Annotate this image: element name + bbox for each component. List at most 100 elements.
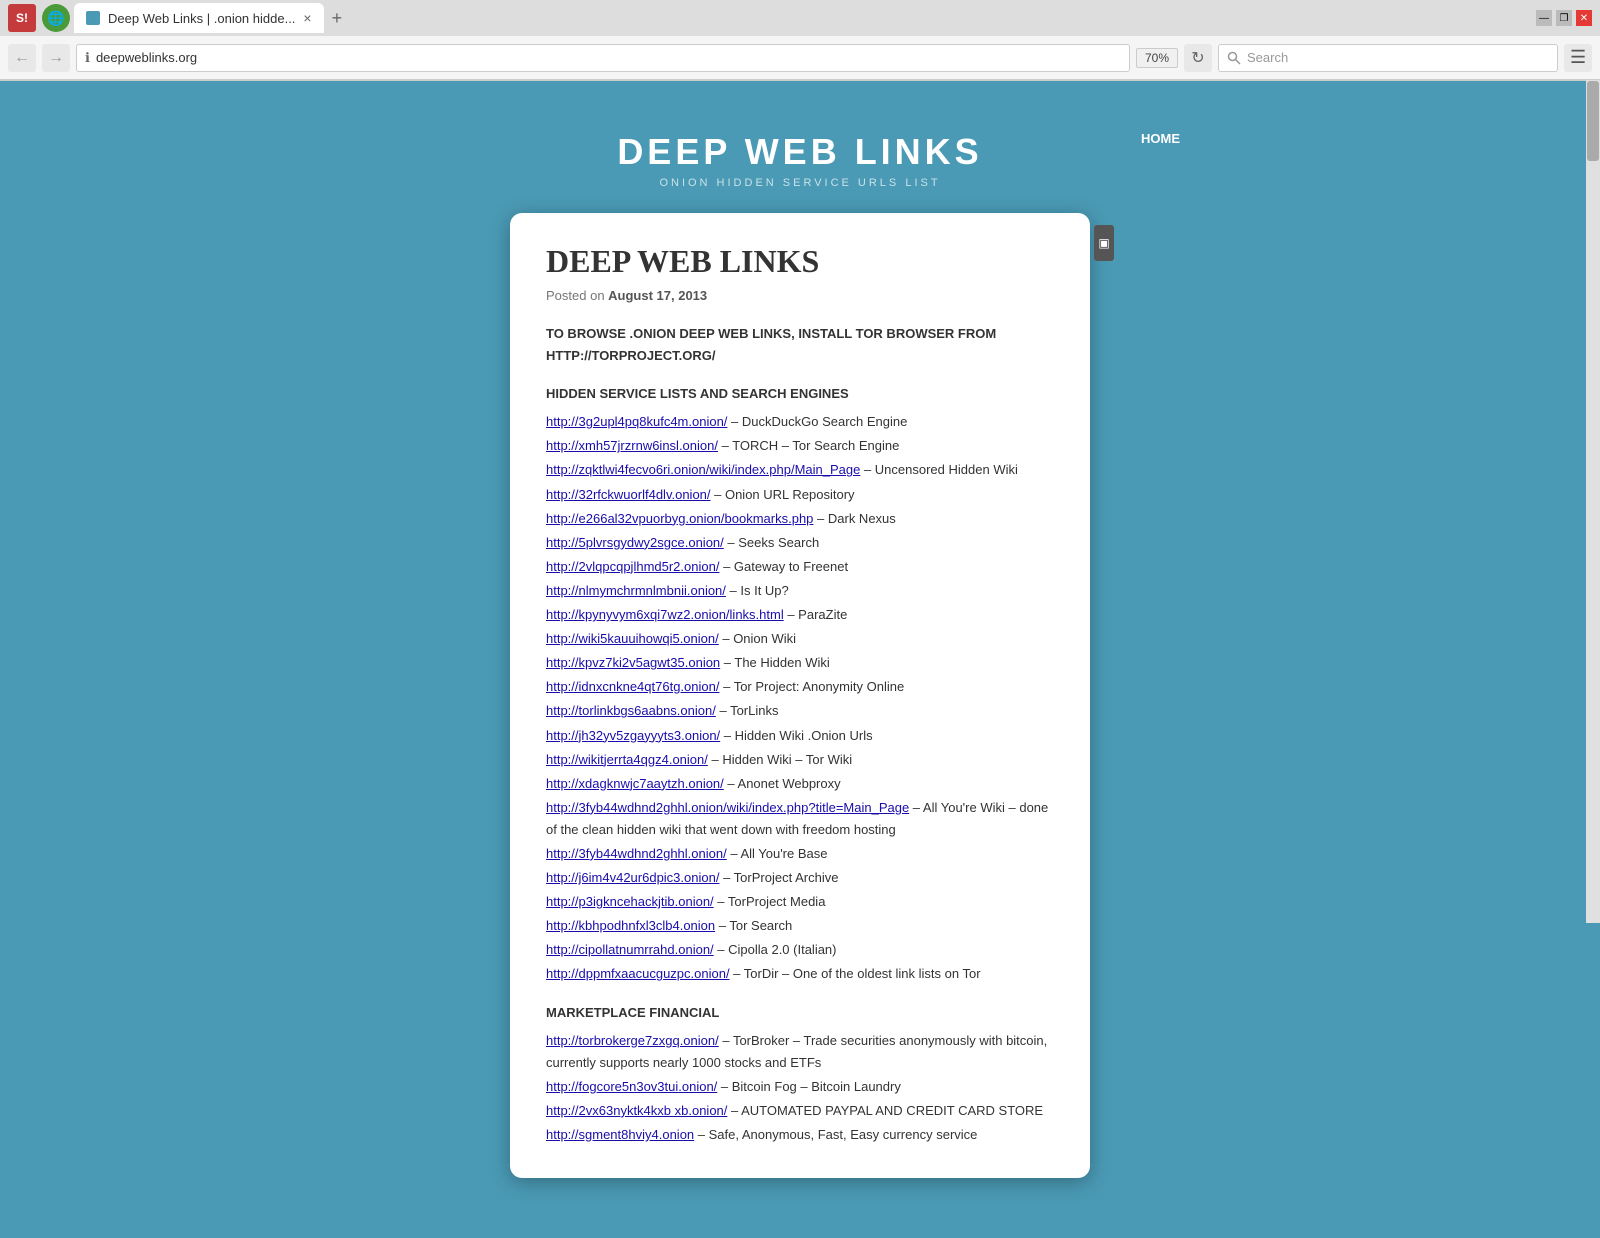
maximize-button[interactable]: ❐: [1556, 10, 1572, 26]
link-url[interactable]: http://2vx63nyktk4kxb xb.onion/: [546, 1103, 727, 1118]
link-url[interactable]: http://3g2upl4pq8kufc4m.onion/: [546, 414, 727, 429]
list-item: http://idnxcnkne4qt76tg.onion/ – Tor Pro…: [546, 676, 1054, 698]
meta-label: Posted on: [546, 288, 608, 303]
list-item: http://3g2upl4pq8kufc4m.onion/ – DuckDuc…: [546, 411, 1054, 433]
link-url[interactable]: http://32rfckwuorlf4dlv.onion/: [546, 487, 711, 502]
tab-title: Deep Web Links | .onion hidde...: [108, 11, 295, 26]
browser-logo: S!: [8, 4, 36, 32]
article-card: DEEP WEB LINKS Posted on August 17, 2013…: [510, 213, 1090, 1178]
list-item: http://wikitjerrta4qgz4.onion/ – Hidden …: [546, 749, 1054, 771]
forward-button[interactable]: →: [42, 44, 70, 72]
browser-chrome: S! 🌐 Deep Web Links | .onion hidde... × …: [0, 0, 1600, 81]
link-url[interactable]: http://nlmymchrmnlmbnii.onion/: [546, 583, 726, 598]
list-item: http://2vx63nyktk4kxb xb.onion/ – AUTOMA…: [546, 1100, 1054, 1122]
link-url[interactable]: http://cipollatnumrrahd.onion/: [546, 942, 714, 957]
link-url[interactable]: http://e266al32vpuorbyg.onion/bookmarks.…: [546, 511, 813, 526]
financial-links-list: http://torbrokerge7zxgq.onion/ – TorBrok…: [546, 1030, 1054, 1146]
list-item: http://fogcore5n3ov3tui.onion/ – Bitcoin…: [546, 1076, 1054, 1098]
url-text: deepweblinks.org: [96, 50, 1121, 65]
scrollbar-thumb[interactable]: [1587, 81, 1599, 161]
list-item: http://32rfckwuorlf4dlv.onion/ – Onion U…: [546, 484, 1054, 506]
minimize-button[interactable]: —: [1536, 10, 1552, 26]
scroll-indicator: ▣: [1094, 225, 1114, 261]
new-tab-button[interactable]: +: [324, 8, 351, 29]
refresh-button[interactable]: ↻: [1184, 44, 1212, 72]
site-header: DEEP WEB LINKS ONION HIDDEN SERVICE URLS…: [617, 131, 982, 189]
close-button[interactable]: ✕: [1576, 10, 1592, 26]
search-placeholder: Search: [1247, 50, 1288, 65]
link-desc: – Tor Project: Anonymity Online: [719, 679, 904, 694]
link-url[interactable]: http://xmh57jrzrnw6insl.onion/: [546, 438, 718, 453]
list-item: http://kpynyvym6xqi7wz2.onion/links.html…: [546, 604, 1054, 626]
search-box[interactable]: Search: [1218, 44, 1558, 72]
article-intro: TO BROWSE .ONION DEEP WEB LINKS, INSTALL…: [546, 323, 1054, 367]
link-url[interactable]: http://3fyb44wdhnd2ghhl.onion/: [546, 846, 727, 861]
links-list: http://3g2upl4pq8kufc4m.onion/ – DuckDuc…: [546, 411, 1054, 985]
link-url[interactable]: http://wiki5kauuihowqi5.onion/: [546, 631, 719, 646]
link-desc: – The Hidden Wiki: [720, 655, 830, 670]
back-button[interactable]: ←: [8, 44, 36, 72]
menu-button[interactable]: ☰: [1564, 44, 1592, 72]
link-url[interactable]: http://torbrokerge7zxgq.onion/: [546, 1033, 719, 1048]
link-url[interactable]: http://sgment8hviy4.onion: [546, 1127, 694, 1142]
active-tab[interactable]: Deep Web Links | .onion hidde... ×: [74, 3, 324, 33]
link-desc: – Dark Nexus: [813, 511, 895, 526]
link-desc: – AUTOMATED PAYPAL AND CREDIT CARD STORE: [727, 1103, 1043, 1118]
link-desc: – Tor Search: [715, 918, 792, 933]
list-item: http://nlmymchrmnlmbnii.onion/ – Is It U…: [546, 580, 1054, 602]
list-item: http://xmh57jrzrnw6insl.onion/ – TORCH –…: [546, 435, 1054, 457]
link-url[interactable]: http://wikitjerrta4qgz4.onion/: [546, 752, 708, 767]
link-url[interactable]: http://2vlqpcqpjlhmd5r2.onion/: [546, 559, 719, 574]
link-url[interactable]: http://5plvrsgydwy2sgce.onion/: [546, 535, 724, 550]
link-url[interactable]: http://kbhpodhnfxl3clb4.onion: [546, 918, 715, 933]
link-desc: – TorProject Media: [714, 894, 826, 909]
link-desc: – Uncensored Hidden Wiki: [860, 462, 1018, 477]
link-desc: – Seeks Search: [724, 535, 819, 550]
link-url[interactable]: http://dppmfxaacucguzpc.onion/: [546, 966, 730, 981]
list-item: http://5plvrsgydwy2sgce.onion/ – Seeks S…: [546, 532, 1054, 554]
link-url[interactable]: http://kpvz7ki2v5agwt35.onion: [546, 655, 720, 670]
link-desc: – Onion Wiki: [719, 631, 796, 646]
navigation-bar: ← → ℹ deepweblinks.org 70% ↻ Search ☰: [0, 36, 1600, 80]
link-url[interactable]: http://j6im4v42ur6dpic3.onion/: [546, 870, 719, 885]
tab-close-button[interactable]: ×: [303, 10, 311, 26]
list-item: http://zqktlwi4fecvo6ri.onion/wiki/index…: [546, 459, 1054, 481]
extensions-button[interactable]: 🌐: [42, 4, 70, 32]
list-item: http://3fyb44wdhnd2ghhl.onion/wiki/index…: [546, 797, 1054, 841]
link-desc: – TorLinks: [716, 703, 779, 718]
link-desc: – Safe, Anonymous, Fast, Easy currency s…: [694, 1127, 977, 1142]
title-bar: S! 🌐 Deep Web Links | .onion hidde... × …: [0, 0, 1600, 36]
link-url[interactable]: http://3fyb44wdhnd2ghhl.onion/wiki/index…: [546, 800, 909, 815]
link-desc: – Onion URL Repository: [711, 487, 855, 502]
nav-home-link[interactable]: HOME: [1141, 131, 1180, 146]
page-scrollbar[interactable]: [1586, 80, 1600, 923]
link-url[interactable]: http://zqktlwi4fecvo6ri.onion/wiki/index…: [546, 462, 860, 477]
link-url[interactable]: http://xdagknwjc7aaytzh.onion/: [546, 776, 724, 791]
link-desc: – Anonet Webproxy: [724, 776, 841, 791]
link-desc: – TorDir – One of the oldest link lists …: [730, 966, 981, 981]
list-item: http://torbrokerge7zxgq.onion/ – TorBrok…: [546, 1030, 1054, 1074]
link-url[interactable]: http://torlinkbgs6aabns.onion/: [546, 703, 716, 718]
link-desc: – Hidden Wiki – Tor Wiki: [708, 752, 852, 767]
site-header-wrapper: DEEP WEB LINKS ONION HIDDEN SERVICE URLS…: [0, 111, 1600, 189]
link-desc: – All You're Base: [727, 846, 828, 861]
list-item: http://xdagknwjc7aaytzh.onion/ – Anonet …: [546, 773, 1054, 795]
list-item: http://dppmfxaacucguzpc.onion/ – TorDir …: [546, 963, 1054, 985]
link-url[interactable]: http://kpynyvym6xqi7wz2.onion/links.html: [546, 607, 784, 622]
list-item: http://wiki5kauuihowqi5.onion/ – Onion W…: [546, 628, 1054, 650]
list-item: http://cipollatnumrrahd.onion/ – Cipolla…: [546, 939, 1054, 961]
article-card-wrapper: DEEP WEB LINKS Posted on August 17, 2013…: [510, 213, 1090, 1178]
link-desc: – TorProject Archive: [719, 870, 838, 885]
link-desc: – Bitcoin Fog – Bitcoin Laundry: [717, 1079, 901, 1094]
search-icon: [1227, 51, 1241, 65]
zoom-level: 70%: [1136, 48, 1178, 68]
link-url[interactable]: http://p3igkncehackjtib.onion/: [546, 894, 714, 909]
link-url[interactable]: http://idnxcnkne4qt76tg.onion/: [546, 679, 719, 694]
address-bar[interactable]: ℹ deepweblinks.org: [76, 44, 1130, 72]
link-desc: – Gateway to Freenet: [719, 559, 848, 574]
list-item: http://p3igkncehackjtib.onion/ – TorProj…: [546, 891, 1054, 913]
link-desc: – Is It Up?: [726, 583, 789, 598]
list-item: http://torlinkbgs6aabns.onion/ – TorLink…: [546, 700, 1054, 722]
link-url[interactable]: http://jh32yv5zgayyyts3.onion/: [546, 728, 720, 743]
link-url[interactable]: http://fogcore5n3ov3tui.onion/: [546, 1079, 717, 1094]
